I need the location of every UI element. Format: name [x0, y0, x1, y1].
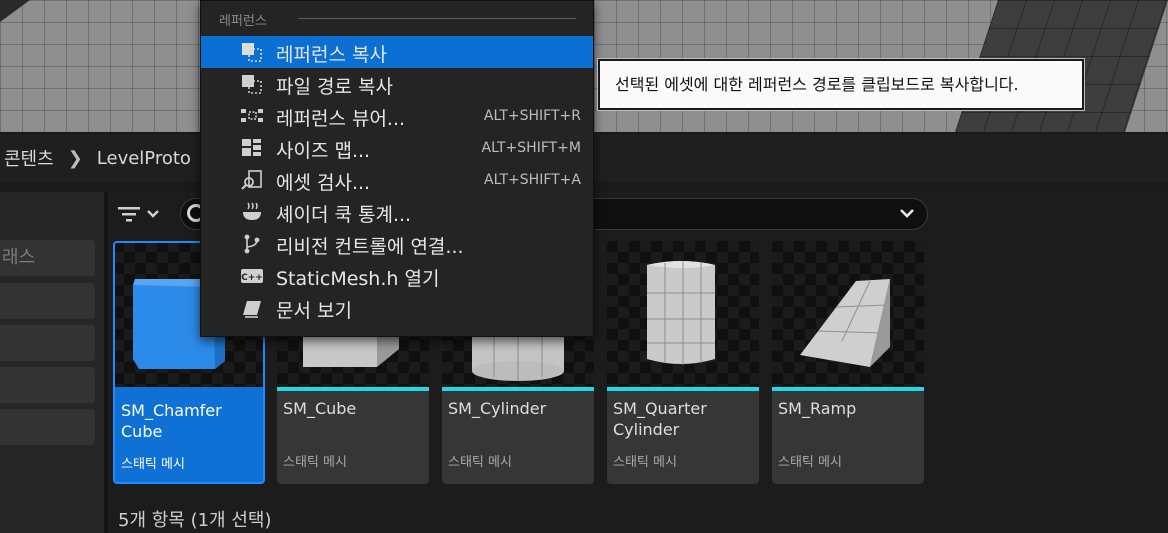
audit-asset-icon	[241, 170, 262, 190]
shader-cook-icon	[243, 202, 261, 220]
asset-tile-sm-ramp[interactable]: SM_Ramp 스태틱 메시	[772, 241, 924, 484]
asset-type: 스태틱 메시	[283, 455, 347, 470]
revision-control-icon	[244, 234, 260, 254]
menu-item-reference-viewer[interactable]: 레퍼런스 뷰어... ALT+SHIFT+R	[201, 100, 593, 132]
menu-item-open-staticmesh-h[interactable]: C++ StaticMesh.h 열기	[201, 260, 593, 292]
menu-item-audit-asset[interactable]: 에셋 검사... ALT+SHIFT+A	[201, 164, 593, 196]
asset-thumbnail	[607, 241, 759, 387]
asset-type: 스태틱 메시	[121, 457, 185, 472]
breadcrumb-chevron-icon: ❯	[67, 147, 83, 169]
svg-text:C++: C++	[241, 273, 263, 283]
static-mesh-type-bar	[772, 387, 924, 391]
class-filter-search[interactable]: 래스	[0, 240, 95, 276]
menu-item-view-documentation[interactable]: 문서 보기	[201, 292, 593, 324]
menu-item-copy-file-path[interactable]: 파일 경로 복사	[201, 68, 593, 100]
asset-name: SM_Cube	[283, 399, 357, 418]
sources-row-4[interactable]	[0, 409, 95, 445]
item-count-status: 5개 항목 (1개 선택)	[118, 510, 272, 531]
documentation-icon	[243, 301, 261, 318]
breadcrumb-item-levelproto[interactable]: LevelProto	[97, 148, 191, 169]
asset-name: SM_Quarter Cylinder	[613, 399, 707, 439]
menu-item-size-map[interactable]: 사이즈 맵... ALT+SHIFT+M	[201, 132, 593, 164]
ramp-thumbnail-icon	[800, 279, 890, 367]
menu-item-connect-revision-control[interactable]: 리비전 컨트롤에 연결...	[201, 228, 593, 260]
menu-item-shader-cook-stats[interactable]: 셰이더 쿡 통계...	[201, 196, 593, 228]
asset-name: SM_Chamfer Cube	[121, 401, 222, 441]
search-options-chevron-icon[interactable]	[899, 208, 915, 220]
asset-name: SM_Ramp	[778, 399, 857, 418]
menu-section-divider	[298, 18, 576, 19]
menu-item-copy-reference[interactable]: 레퍼런스 복사	[201, 36, 593, 68]
tooltip: 선택된 에셋에 대한 레퍼런스 경로를 클립보드로 복사합니다.	[598, 59, 1084, 110]
asset-type: 스태틱 메시	[613, 455, 677, 470]
viewport-corner-shape	[0, 0, 30, 22]
filter-icon	[118, 207, 140, 222]
asset-tile-sm-quarter-cylinder[interactable]: SM_Quarter Cylinder 스태틱 메시	[607, 241, 759, 484]
asset-type: 스태틱 메시	[448, 455, 512, 470]
chevron-down-icon	[147, 210, 159, 218]
filter-button[interactable]	[118, 200, 170, 228]
asset-name: SM_Cylinder	[448, 399, 547, 418]
quarter-cylinder-thumbnail-icon	[647, 261, 715, 365]
size-map-icon	[242, 139, 261, 156]
menu-section-references: 레퍼런스	[219, 14, 267, 29]
asset-context-menu: 레퍼런스 레퍼런스 복사 파일 경로 복사 레퍼런스 뷰어... ALT+SHI…	[200, 0, 594, 337]
sources-panel: 래스	[0, 192, 104, 533]
copy-path-icon	[242, 75, 262, 94]
static-mesh-type-bar	[442, 387, 594, 391]
copy-reference-icon	[242, 43, 262, 62]
static-mesh-type-bar	[277, 387, 429, 391]
breadcrumb-item-content[interactable]: 콘텐츠	[4, 145, 54, 171]
asset-type: 스태틱 메시	[778, 455, 842, 470]
static-mesh-type-bar	[607, 387, 759, 391]
cpp-icon: C++	[241, 269, 263, 283]
sources-row-2[interactable]	[0, 325, 95, 361]
sources-row-3[interactable]	[0, 367, 95, 403]
reference-viewer-icon	[241, 109, 263, 122]
sources-row-1[interactable]	[0, 283, 95, 319]
asset-thumbnail	[772, 241, 924, 387]
